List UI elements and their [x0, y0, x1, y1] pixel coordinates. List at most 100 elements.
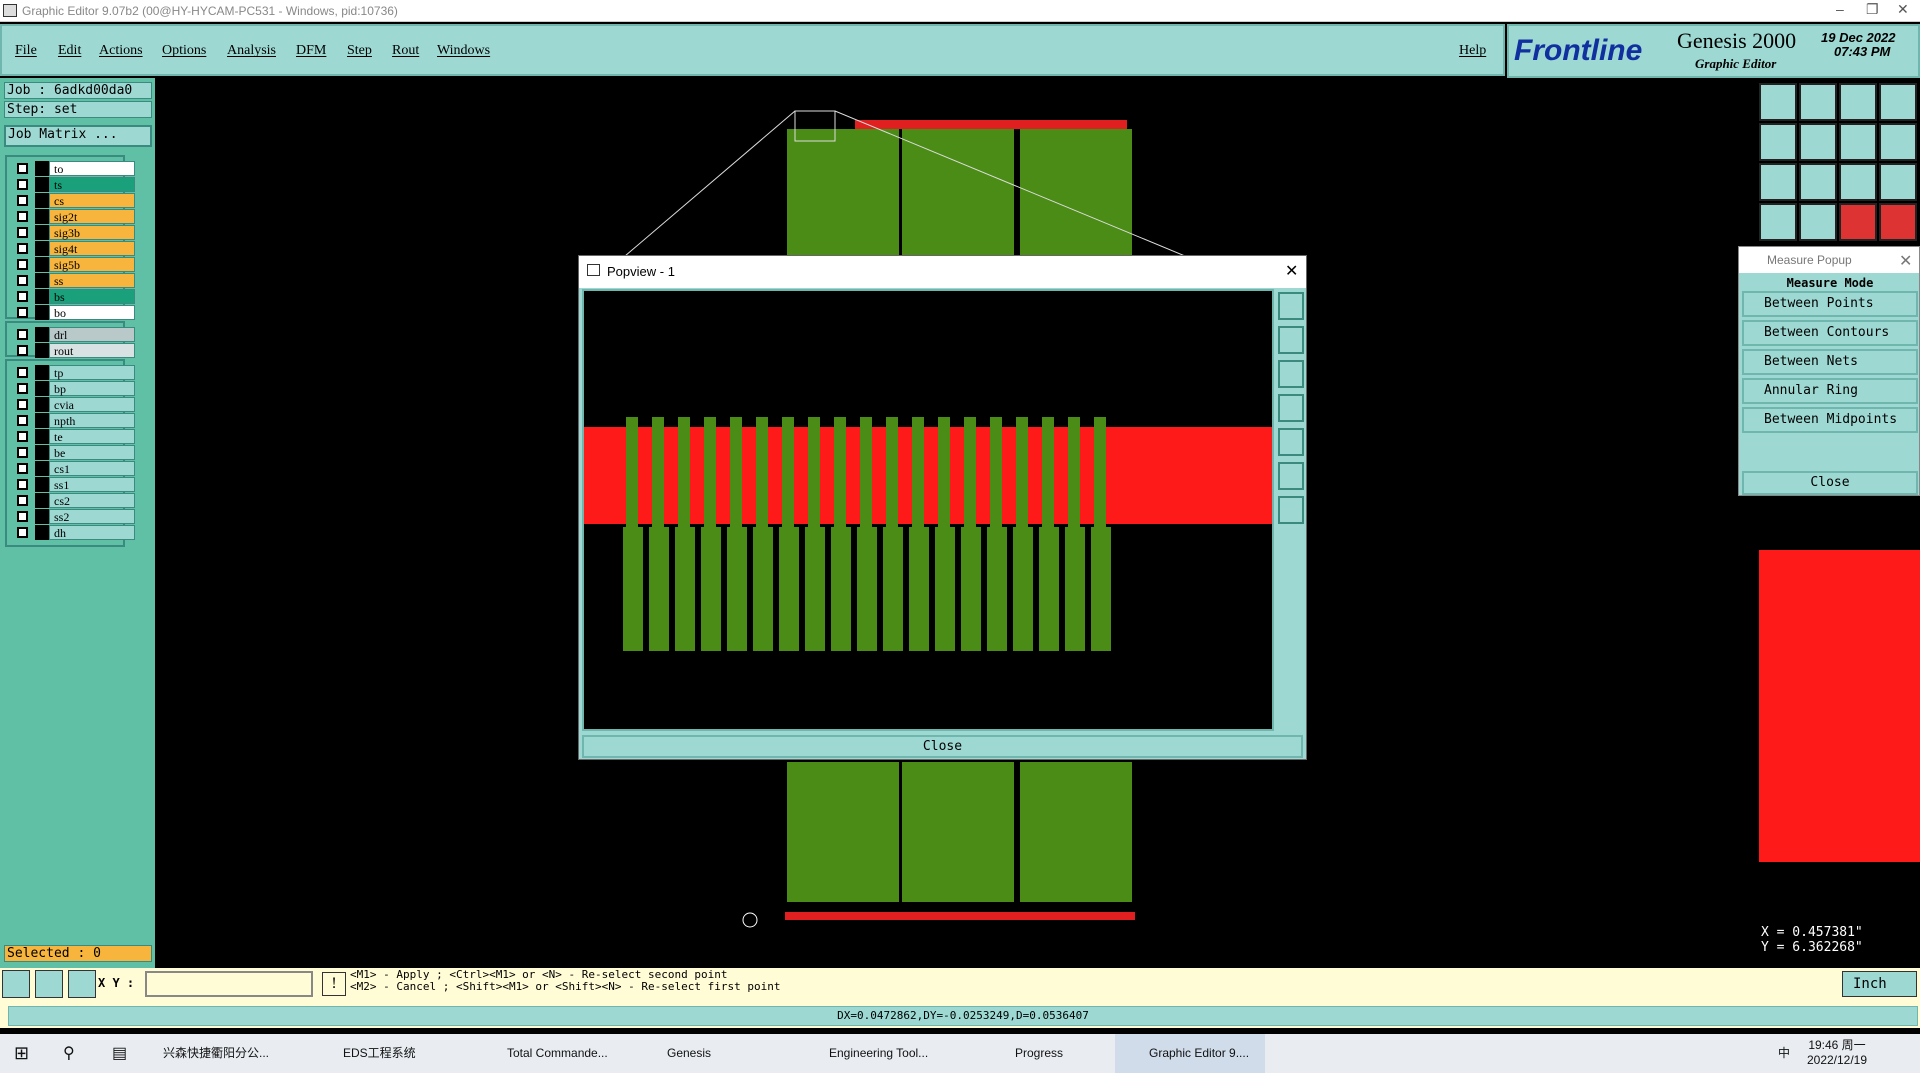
layer-checkbox[interactable] [17, 479, 28, 490]
layer-row[interactable]: ss1 [13, 477, 135, 492]
layer-row[interactable]: dh [13, 525, 135, 540]
pv-center-tool[interactable] [1278, 496, 1304, 524]
popview-close-icon[interactable]: ✕ [1285, 261, 1298, 281]
layer-checkbox[interactable] [17, 511, 28, 522]
layer-row[interactable]: cs [13, 193, 135, 208]
layer-name[interactable]: te [49, 429, 135, 444]
menu-windows[interactable]: Windows [437, 43, 490, 59]
ime-indicator[interactable]: 中 [1778, 1034, 1790, 1073]
layer-row[interactable]: bs [13, 289, 135, 304]
close-window-button[interactable]: ✕ [1897, 1, 1909, 18]
pv-up-tool[interactable] [1278, 326, 1304, 354]
explorer-icon[interactable]: ▤ [112, 1034, 127, 1073]
layer-name[interactable]: drl [49, 327, 135, 342]
layer-row[interactable]: sig2t [13, 209, 135, 224]
popview-canvas[interactable] [582, 289, 1274, 731]
layer-row[interactable]: drl [13, 327, 135, 342]
layer-name[interactable]: be [49, 445, 135, 460]
tool-measure[interactable] [1759, 203, 1797, 241]
layer-row[interactable]: bp [13, 381, 135, 396]
layer-row[interactable]: sig3b [13, 225, 135, 240]
pv-zoom-tool[interactable] [1278, 292, 1304, 320]
layer-row[interactable]: cs2 [13, 493, 135, 508]
layer-name[interactable]: ss2 [49, 509, 135, 524]
task-item-1[interactable]: EDS工程系统 [343, 1034, 416, 1073]
layer-name[interactable]: sig4t [49, 241, 135, 256]
task-item-0[interactable]: 兴森快捷衢阳分公... [163, 1034, 269, 1073]
task-item-2[interactable]: Total Commande... [507, 1034, 608, 1073]
layer-checkbox[interactable] [17, 291, 28, 302]
info-button[interactable]: ! [322, 972, 346, 996]
tool-down[interactable] [1799, 83, 1837, 121]
layer-checkbox[interactable] [17, 179, 28, 190]
layer-checkbox[interactable] [17, 227, 28, 238]
menu-file[interactable]: File [15, 43, 37, 59]
layer-name[interactable]: bo [49, 305, 135, 320]
layer-checkbox[interactable] [17, 415, 28, 426]
layer-name[interactable]: ss [49, 273, 135, 288]
layer-row[interactable]: ss2 [13, 509, 135, 524]
grid-icon[interactable] [68, 970, 96, 998]
layer-name[interactable]: npth [49, 413, 135, 428]
tool-netlist2[interactable] [1879, 203, 1917, 241]
layer-checkbox[interactable] [17, 243, 28, 254]
task-item-6[interactable]: Graphic Editor 9.... [1115, 1034, 1265, 1073]
layer-name[interactable]: cs1 [49, 461, 135, 476]
mode-annular-ring[interactable]: Annular Ring [1742, 378, 1918, 404]
layer-row[interactable]: te [13, 429, 135, 444]
mode-between-contours[interactable]: Between Contours [1742, 320, 1918, 346]
pv-fit-tool[interactable] [1278, 462, 1304, 490]
layer-name[interactable]: sig5b [49, 257, 135, 272]
menu-options[interactable]: Options [162, 43, 206, 59]
layer-name[interactable]: bp [49, 381, 135, 396]
tool-loop[interactable] [1839, 123, 1877, 161]
task-item-3[interactable]: Genesis [667, 1034, 711, 1073]
layer-name[interactable]: cs2 [49, 493, 135, 508]
popview-close-button[interactable]: Close [582, 735, 1303, 758]
overview-panel[interactable] [1759, 550, 1920, 862]
layer-name[interactable]: ts [49, 177, 135, 192]
layer-name[interactable]: to [49, 161, 135, 176]
layer-row[interactable]: be [13, 445, 135, 460]
layer-row[interactable]: rout [13, 343, 135, 358]
layer-name[interactable]: bs [49, 289, 135, 304]
layer-checkbox[interactable] [17, 163, 28, 174]
layer-checkbox[interactable] [17, 383, 28, 394]
layer-checkbox[interactable] [17, 195, 28, 206]
layer-checkbox[interactable] [17, 211, 28, 222]
menu-dfm[interactable]: DFM [296, 43, 326, 59]
menu-step[interactable]: Step [347, 43, 372, 59]
layer-checkbox[interactable] [17, 431, 28, 442]
tool-help[interactable] [1879, 163, 1917, 201]
tool-home[interactable] [1759, 83, 1797, 121]
layer-checkbox[interactable] [17, 367, 28, 378]
pv-left-tool[interactable] [1278, 394, 1304, 422]
mode-between-points[interactable]: Between Points [1742, 291, 1918, 317]
layer-row[interactable]: cvia [13, 397, 135, 412]
layer-checkbox[interactable] [17, 345, 28, 356]
layer-row[interactable]: bo [13, 305, 135, 320]
tool-center[interactable] [1799, 163, 1837, 201]
layer-row[interactable]: npth [13, 413, 135, 428]
task-item-5[interactable]: Progress [1015, 1034, 1063, 1073]
search-icon[interactable]: ⚲ [63, 1034, 75, 1073]
pv-right-tool[interactable] [1278, 428, 1304, 456]
tool-netlist[interactable] [1839, 203, 1877, 241]
tool-split[interactable] [1879, 83, 1917, 121]
layer-checkbox[interactable] [17, 329, 28, 340]
layer-name[interactable]: sig2t [49, 209, 135, 224]
restore-button[interactable]: ❐ [1866, 1, 1879, 18]
layer-row[interactable]: sig5b [13, 257, 135, 272]
clock[interactable]: 19:46 周一 2022/12/19 [1797, 1038, 1877, 1068]
xy-input[interactable] [145, 971, 313, 997]
tool-right[interactable] [1799, 123, 1837, 161]
task-item-4[interactable]: Engineering Tool... [829, 1034, 928, 1073]
layer-checkbox[interactable] [17, 307, 28, 318]
snap-icon[interactable] [2, 970, 30, 998]
layer-checkbox[interactable] [17, 495, 28, 506]
menu-edit[interactable]: Edit [58, 43, 81, 59]
layer-row[interactable]: ss [13, 273, 135, 288]
tool-grid[interactable] [1799, 203, 1837, 241]
menu-analysis[interactable]: Analysis [227, 43, 276, 59]
tool-scale[interactable] [1839, 163, 1877, 201]
